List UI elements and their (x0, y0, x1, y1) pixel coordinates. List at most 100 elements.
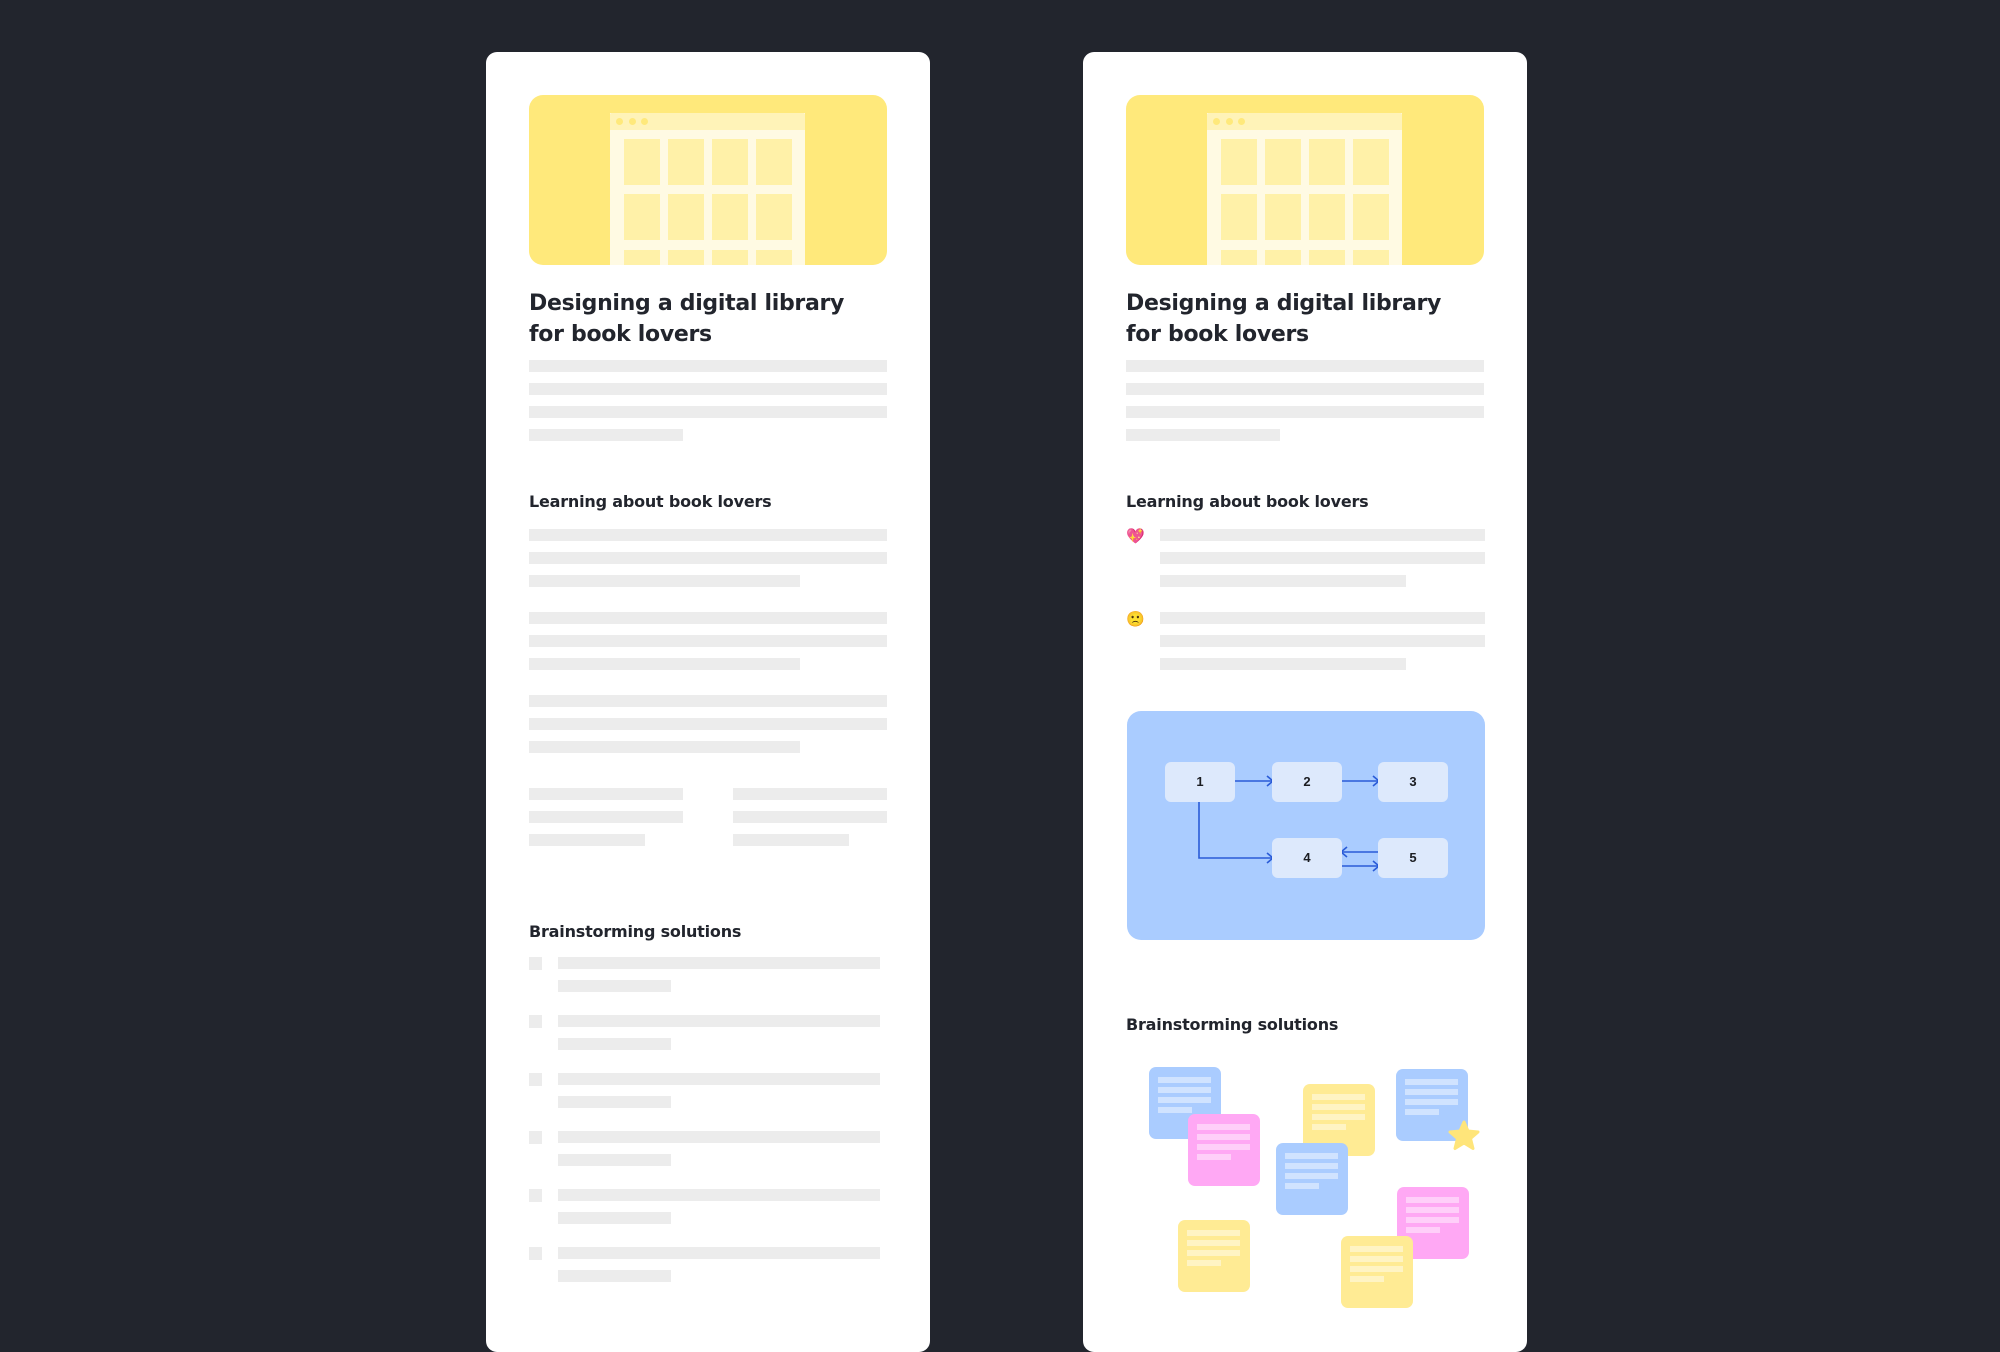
book-cover-placeholder (624, 250, 660, 265)
sticky-text-line (1312, 1094, 1365, 1100)
browser-title-bar (610, 113, 805, 130)
book-cover-placeholder (1309, 139, 1345, 185)
text-placeholder (558, 1096, 671, 1108)
checkbox-placeholder[interactable] (529, 1073, 542, 1086)
book-cover-placeholder (1353, 194, 1389, 240)
book-cover-placeholder (1265, 194, 1301, 240)
title-line: for book lovers (529, 322, 712, 347)
window-dot-icon (629, 118, 636, 125)
book-cover-placeholder (668, 194, 704, 240)
checkbox-placeholder[interactable] (529, 1131, 542, 1144)
checkbox-placeholder[interactable] (529, 1247, 542, 1260)
window-dot-icon (1238, 118, 1245, 125)
sticky-text-line (1312, 1104, 1365, 1110)
sticky-text-line (1312, 1124, 1346, 1130)
sticky-text-line (1350, 1246, 1403, 1252)
sticky-text-line (1187, 1250, 1240, 1256)
title-line: for book lovers (1126, 322, 1309, 347)
text-placeholder (529, 552, 887, 564)
book-cover-placeholder (1309, 194, 1345, 240)
flow-edge-1-4 (1198, 802, 1272, 859)
sticky-text-line (1350, 1266, 1403, 1272)
sticky-text-line (1197, 1144, 1250, 1150)
book-cover-placeholder (668, 250, 704, 265)
text-placeholder (558, 1073, 880, 1085)
text-placeholder (529, 811, 683, 823)
book-cover-placeholder (1265, 250, 1301, 265)
sticky-text-line (1405, 1109, 1439, 1115)
text-placeholder (529, 718, 887, 730)
page-title: Designing a digital library for book lov… (529, 288, 869, 350)
book-cover-placeholder (1309, 250, 1345, 265)
text-placeholder (558, 1038, 671, 1050)
flow-node: 2 (1272, 762, 1342, 802)
text-placeholder (558, 1189, 880, 1201)
book-cover-placeholder (712, 250, 748, 265)
text-placeholder (733, 788, 887, 800)
book-cover-placeholder (712, 139, 748, 185)
sticky-text-line (1285, 1163, 1338, 1169)
text-placeholder (529, 360, 887, 372)
text-placeholder (1126, 383, 1484, 395)
sticky-text-line (1285, 1153, 1338, 1159)
sticky-note (1276, 1143, 1348, 1215)
book-cover-placeholder (756, 139, 792, 185)
checkbox-placeholder[interactable] (529, 1189, 542, 1202)
text-placeholder (1160, 635, 1485, 647)
sticky-text-line (1197, 1154, 1231, 1160)
case-study-card-plain: Designing a digital library for book lov… (486, 52, 930, 1352)
sticky-note (1178, 1220, 1250, 1292)
sticky-text-line (1406, 1197, 1459, 1203)
sticky-text-line (1405, 1079, 1458, 1085)
star-icon (1448, 1120, 1480, 1150)
flow-node: 4 (1272, 838, 1342, 878)
text-placeholder (529, 834, 645, 846)
book-cover-placeholder (1221, 250, 1257, 265)
sticky-text-line (1197, 1134, 1250, 1140)
text-placeholder (529, 695, 887, 707)
text-placeholder (529, 406, 887, 418)
text-placeholder (558, 1131, 880, 1143)
text-placeholder (558, 1015, 880, 1027)
flow-connectors (1198, 775, 1381, 872)
user-flow-diagram: 1 2 3 4 5 (1127, 711, 1485, 940)
text-placeholder (529, 658, 800, 670)
sticky-text-line (1405, 1099, 1458, 1105)
book-cover-placeholder (1265, 139, 1301, 185)
sticky-text-line (1285, 1183, 1319, 1189)
text-placeholder (1160, 658, 1406, 670)
text-placeholder (529, 529, 887, 541)
section-heading-learning: Learning about book lovers (1126, 492, 1369, 511)
browser-title-bar (1207, 113, 1402, 130)
sticky-text-line (1187, 1240, 1240, 1246)
section-heading-learning: Learning about book lovers (529, 492, 772, 511)
flow-node: 3 (1378, 762, 1448, 802)
title-line: Designing a digital library (529, 291, 845, 316)
book-cover-placeholder (1353, 250, 1389, 265)
text-placeholder (1160, 529, 1485, 541)
flow-node: 5 (1378, 838, 1448, 878)
sticky-note (1188, 1114, 1260, 1186)
text-placeholder (529, 635, 887, 647)
book-cover-placeholder (668, 139, 704, 185)
sticky-note (1341, 1236, 1413, 1308)
sticky-text-line (1312, 1114, 1365, 1120)
checkbox-placeholder[interactable] (529, 957, 542, 970)
text-placeholder (558, 1270, 671, 1282)
book-cover-placeholder (1221, 139, 1257, 185)
browser-window-illustration (610, 113, 805, 265)
text-placeholder (558, 1154, 671, 1166)
page-title: Designing a digital library for book lov… (1126, 288, 1466, 350)
checkbox-placeholder[interactable] (529, 1015, 542, 1028)
book-cover-placeholder (1353, 139, 1389, 185)
text-placeholder (1160, 612, 1485, 624)
book-cover-placeholder (756, 194, 792, 240)
text-placeholder (558, 1247, 880, 1259)
hero-illustration (1126, 95, 1484, 265)
text-placeholder (529, 741, 800, 753)
text-placeholder (529, 788, 683, 800)
book-cover-placeholder (624, 194, 660, 240)
book-cover-placeholder (1221, 194, 1257, 240)
text-placeholder (529, 429, 683, 441)
book-cover-placeholder (712, 194, 748, 240)
